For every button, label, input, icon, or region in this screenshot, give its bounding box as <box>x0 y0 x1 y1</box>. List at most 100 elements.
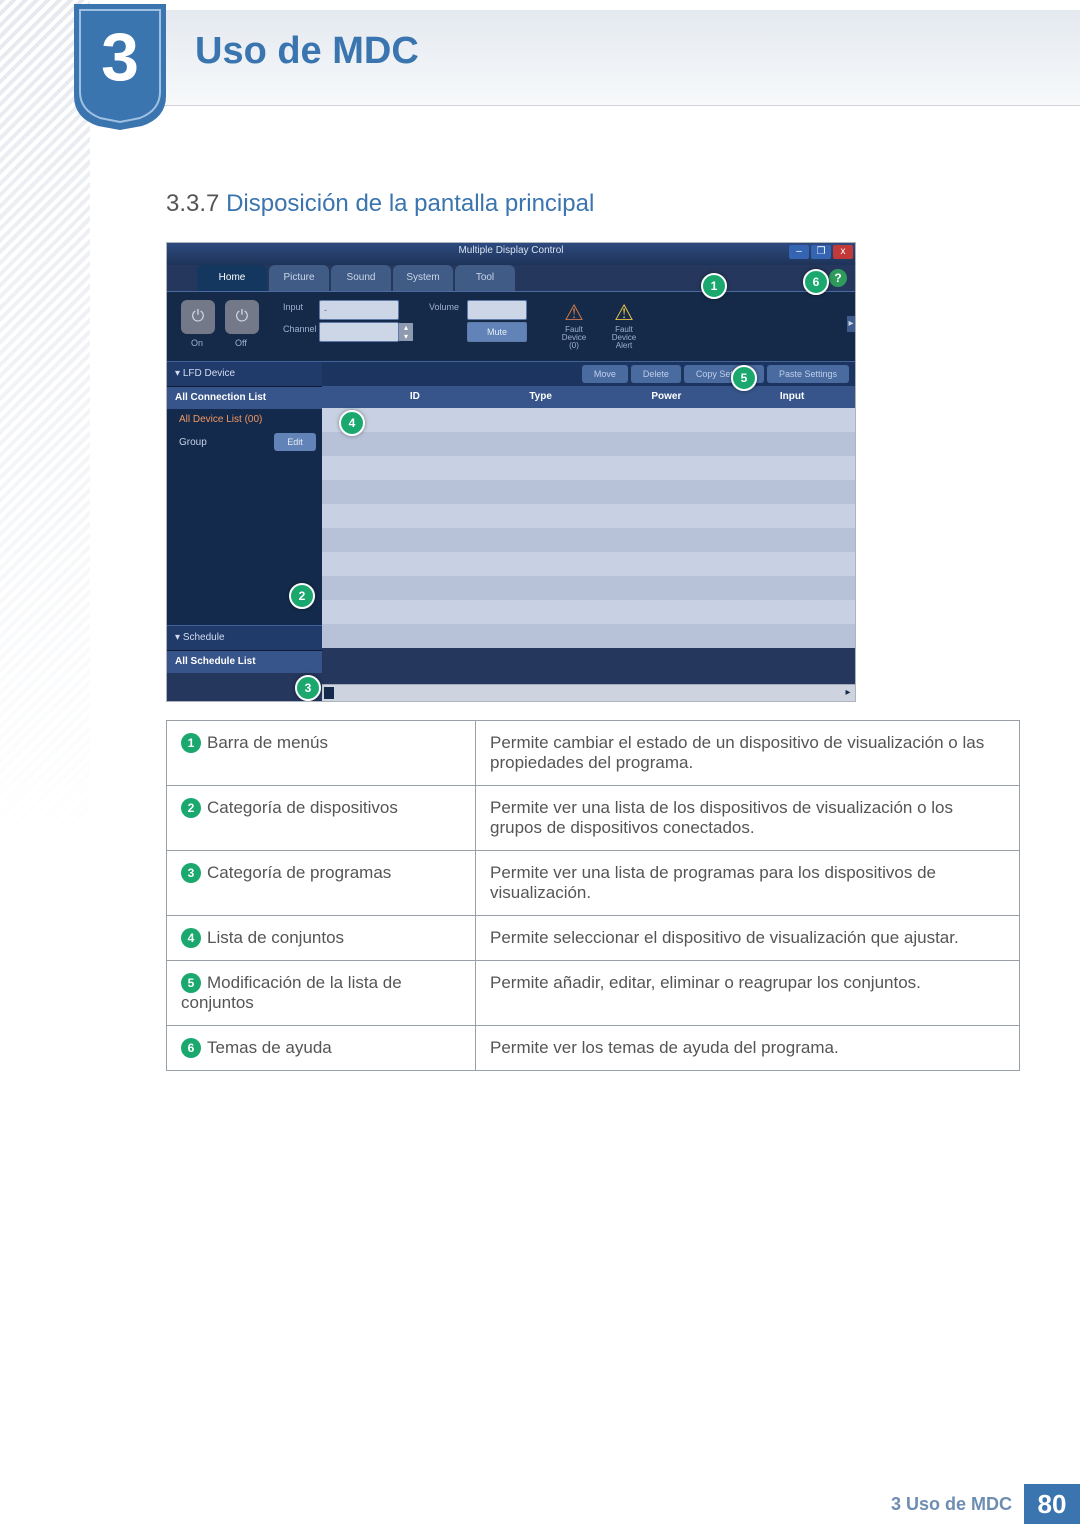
tools-row: Move Delete Copy Settings Paste Settings <box>322 361 855 386</box>
table-row[interactable] <box>322 456 855 480</box>
content-area: 3.3.7 Disposición de la pantalla princip… <box>166 190 1020 1071</box>
table-row[interactable] <box>322 600 855 624</box>
legend-label: Temas de ayuda <box>207 1038 332 1057</box>
app-screenshot: Multiple Display Control – ❐ x Home Pict… <box>166 242 856 702</box>
callout-1: 1 <box>701 273 727 299</box>
th-power: Power <box>604 386 730 408</box>
table-row[interactable] <box>322 432 855 456</box>
callout-5: 5 <box>731 365 757 391</box>
legend-desc: Permite añadir, editar, eliminar o reagr… <box>476 961 1020 1026</box>
legend-row: 5Modificación de la lista de conjuntos P… <box>167 961 1020 1026</box>
legend-label: Lista de conjuntos <box>207 928 344 947</box>
th-id: ID <box>352 386 478 408</box>
main-panel: Move Delete Copy Settings Paste Settings… <box>322 361 855 701</box>
sidebar-lfd-header[interactable]: ▾ LFD Device <box>167 361 322 387</box>
page: 3 Uso de MDC 3.3.7 Disposición de la pan… <box>0 0 1080 1527</box>
sidebar-all-device-list[interactable]: All Device List (00) <box>167 409 322 431</box>
legend-num: 5 <box>181 973 201 993</box>
table-row[interactable] <box>322 624 855 648</box>
section-number: 3.3.7 <box>166 190 219 217</box>
legend-desc: Permite ver una lista de programas para … <box>476 851 1020 916</box>
fault-alert-icon[interactable]: ⚠ Fault Device Alert <box>607 300 641 330</box>
scroll-right-arrow[interactable]: ▸ <box>841 685 855 701</box>
chapter-badge: 3 <box>70 0 170 130</box>
callout-2: 2 <box>289 583 315 609</box>
legend-desc: Permite cambiar el estado de un disposit… <box>476 721 1020 786</box>
legend-row: 6 Temas de ayuda Permite ver los temas de… <box>167 1026 1020 1071</box>
power-off-label: Off <box>235 338 247 348</box>
table-row[interactable] <box>322 552 855 576</box>
scroll-thumb[interactable] <box>324 687 334 699</box>
tab-picture[interactable]: Picture <box>269 265 329 291</box>
page-number: 80 <box>1024 1484 1080 1524</box>
legend-label: Modificación de la lista de conjuntos <box>181 973 402 1012</box>
legend-num: 2 <box>181 798 201 818</box>
channel-label: Channel <box>283 324 317 334</box>
sidebar-schedule-header[interactable]: ▾ Schedule <box>167 625 322 651</box>
tab-tool[interactable]: Tool <box>455 265 515 291</box>
window-title: Multiple Display Control <box>458 245 563 256</box>
legend-num: 6 <box>181 1038 201 1058</box>
callout-6: 6 <box>803 269 829 295</box>
table-row[interactable] <box>322 576 855 600</box>
table-row[interactable] <box>322 504 855 528</box>
delete-button[interactable]: Delete <box>631 365 681 383</box>
callout-3: 3 <box>295 675 321 701</box>
legend-table: 1 Barra de menús Permite cambiar el estad… <box>166 720 1020 1071</box>
footer-text: 3 Uso de MDC <box>891 1494 1012 1515</box>
legend-num: 4 <box>181 928 201 948</box>
callout-4: 4 <box>339 410 365 436</box>
input-label: Input <box>283 302 303 312</box>
chapter-title: Uso de MDC <box>195 30 419 73</box>
volume-label: Volume <box>429 302 459 312</box>
paste-settings-button[interactable]: Paste Settings <box>767 365 849 383</box>
minimize-button[interactable]: – <box>789 245 809 259</box>
th-type: Type <box>478 386 604 408</box>
legend-desc: Permite seleccionar el dispositivo de vi… <box>476 916 1020 961</box>
legend-row: 3Categoría de programas Permite ver una … <box>167 851 1020 916</box>
ribbon: ⏻ On ⏻ Off Input - Channel ▴▾ Volume Mut… <box>167 291 855 363</box>
tab-system[interactable]: System <box>393 265 453 291</box>
sidebar-group-label: Group <box>179 437 207 448</box>
table-row[interactable] <box>322 480 855 504</box>
section-title: Disposición de la pantalla principal <box>226 190 594 217</box>
channel-stepper[interactable]: ▴▾ <box>319 322 399 342</box>
power-on-button[interactable]: ⏻ <box>181 300 215 334</box>
help-icon[interactable]: ? <box>829 269 847 287</box>
power-on-label: On <box>191 338 203 348</box>
legend-row: 4 Lista de conjuntos Permite seleccionar … <box>167 916 1020 961</box>
sidebar-lfd-label: LFD Device <box>183 368 235 379</box>
table-row[interactable] <box>322 408 855 432</box>
table-row[interactable] <box>322 528 855 552</box>
volume-field[interactable] <box>467 300 527 320</box>
window-buttons: – ❐ x <box>789 245 853 259</box>
ribbon-scroll-right[interactable]: ▸ <box>847 316 855 332</box>
power-off-button[interactable]: ⏻ <box>225 300 259 334</box>
sidebar-group-row: Group Edit <box>167 431 322 455</box>
mute-button[interactable]: Mute <box>467 322 527 342</box>
sidebar-all-schedule[interactable]: All Schedule List <box>167 651 322 673</box>
move-button[interactable]: Move <box>582 365 628 383</box>
section-heading: 3.3.7 Disposición de la pantalla princip… <box>166 190 1020 218</box>
sidebar-edit-button[interactable]: Edit <box>274 433 316 451</box>
th-check <box>322 386 352 408</box>
legend-desc: Permite ver una lista de los dispositivo… <box>476 786 1020 851</box>
legend-row: 1 Barra de menús Permite cambiar el estad… <box>167 721 1020 786</box>
page-footer: 3 Uso de MDC 80 <box>891 1484 1080 1524</box>
legend-desc: Permite ver los temas de ayuda del progr… <box>476 1026 1020 1071</box>
fault-device-icon[interactable]: ⚠ Fault Device (0) <box>557 300 591 330</box>
horizontal-scrollbar[interactable]: ▸ <box>322 684 855 701</box>
input-dropdown[interactable]: - <box>319 300 399 320</box>
legend-row: 2Categoría de dispositivos Permite ver u… <box>167 786 1020 851</box>
left-margin-decoration <box>0 0 90 1527</box>
close-button[interactable]: x <box>833 245 853 259</box>
maximize-button[interactable]: ❐ <box>811 245 831 259</box>
window-titlebar: Multiple Display Control – ❐ x <box>167 243 855 265</box>
legend-num: 1 <box>181 733 201 753</box>
tab-sound[interactable]: Sound <box>331 265 391 291</box>
legend-label: Barra de menús <box>207 733 328 752</box>
sidebar-schedule-label: Schedule <box>183 632 225 643</box>
table-body <box>322 408 855 684</box>
sidebar-all-connection[interactable]: All Connection List <box>167 387 322 409</box>
tab-home[interactable]: Home <box>197 265 267 291</box>
